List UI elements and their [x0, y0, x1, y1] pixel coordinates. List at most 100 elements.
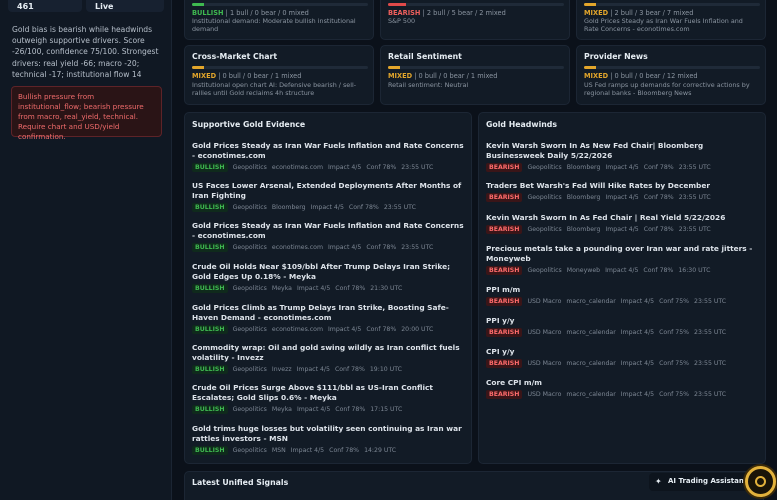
provider-news-card[interactable]: Provider News MIXED | 0 bull / 0 bear / …: [576, 45, 766, 105]
item-meta: BULLISH Geopolitics Meyka Impact 4/5 Conf 78…: [192, 405, 468, 414]
sidebar: 461 Live Gold bias is bearish while head…: [0, 0, 172, 500]
meta-field: Meyka: [271, 406, 292, 413]
evidence-item[interactable]: CPI y/y BEARISH USD Macro macro_calendar Imp…: [486, 347, 762, 368]
item-meta: BEARISH USD Macro macro_calendar Impact 4/5…: [486, 359, 762, 368]
meta-field: Impact 4/5: [605, 226, 639, 233]
evidence-item[interactable]: Crude Oil Holds Near $109/bbl After Trum…: [192, 262, 468, 293]
meta-field: Conf 75%: [659, 360, 690, 367]
item-meta: BEARISH Geopolitics Bloomberg Impact 4/5 Con…: [486, 193, 762, 202]
card-counts: | 0 bull / 0 bear / 12 mixed: [610, 72, 698, 80]
meta-field: Conf 78%: [329, 447, 360, 454]
item-meta: BEARISH USD Macro macro_calendar Impact 4/5…: [486, 390, 762, 399]
card-note: S&P 500: [388, 17, 416, 25]
sentiment-badge: BULLISH: [192, 446, 228, 455]
item-meta: BEARISH USD Macro macro_calendar Impact 4/5…: [486, 328, 762, 337]
meta-field: 14:29 UTC: [364, 447, 397, 454]
evidence-item[interactable]: Kevin Warsh Sworn In As Fed Chair | Real…: [486, 213, 762, 234]
meta-field: Impact 4/5: [327, 164, 362, 171]
card-note: US Fed ramps up demands for corrective a…: [584, 81, 750, 97]
evidence-item[interactable]: US Faces Lower Arsenal, Extended Deploym…: [192, 181, 468, 212]
meta-field: Impact 4/5: [605, 194, 639, 201]
evidence-item[interactable]: Traders Bet Warsh's Fed Will Hike Rates …: [486, 181, 762, 202]
meta-field: macro_calendar: [566, 360, 616, 367]
meta-field: Moneyweb: [566, 267, 601, 274]
meta-field: Conf 78%: [366, 164, 397, 171]
item-title: Kevin Warsh Sworn In As New Fed Chair| B…: [486, 141, 704, 160]
meta-field: Impact 4/5: [310, 204, 344, 211]
card-label: MIXED: [388, 72, 413, 80]
meta-field: Geopolitics: [232, 244, 267, 251]
meta-field: Impact 4/5: [620, 391, 655, 398]
evidence-item[interactable]: PPI m/m BEARISH USD Macro macro_calendar Imp…: [486, 285, 762, 306]
sentiment-badge: BULLISH: [192, 405, 228, 414]
item-meta: BEARISH Geopolitics Moneyweb Impact 4/5 Conf…: [486, 266, 762, 275]
item-title: Precious metals take a pounding over Ira…: [486, 244, 753, 263]
item-title: Crude Oil Holds Near $109/bbl After Trum…: [192, 262, 451, 281]
meta-field: Conf 78%: [643, 267, 674, 274]
meta-field: 20:00 UTC: [401, 326, 434, 333]
meta-field: Impact 4/5: [296, 406, 331, 413]
card-title: Provider News: [584, 52, 648, 61]
bias-summary: Gold bias is bearish while headwinds out…: [12, 25, 159, 79]
sentiment-badge: BULLISH: [192, 203, 228, 212]
meta-field: Impact 4/5: [327, 244, 362, 251]
evidence-item[interactable]: Kevin Warsh Sworn In As New Fed Chair| B…: [486, 141, 762, 172]
card-label: MIXED: [192, 72, 217, 80]
evidence-item[interactable]: Commodity wrap: Oil and gold swing wildl…: [192, 343, 468, 374]
meta-field: Geopolitics: [232, 406, 267, 413]
sentiment-badge: BULLISH: [192, 365, 228, 374]
assistant-label: AI Trading Assistant: [668, 477, 748, 485]
meta-field: Conf 78%: [334, 366, 365, 373]
meta-field: Conf 78%: [366, 326, 397, 333]
top-card-1: BULLISH | 1 bull / 0 bear / 0 mixed Inst…: [184, 0, 374, 40]
stat-status: Live: [86, 0, 164, 12]
card-counts: | 2 bull / 3 bear / 7 mixed: [610, 9, 694, 17]
assistant-fab[interactable]: [745, 466, 776, 497]
meta-field: Bloomberg: [566, 194, 601, 201]
sentiment-badge: BULLISH: [192, 284, 228, 293]
evidence-item[interactable]: Gold Prices Steady as Iran War Fuels Inf…: [192, 141, 468, 172]
meta-field: 23:55 UTC: [401, 244, 434, 251]
item-title: Gold Prices Steady as Iran War Fuels Inf…: [192, 221, 464, 240]
pressure-alert: Bullish pressure from institutional_flow…: [11, 86, 162, 141]
meta-field: Impact 4/5: [620, 329, 655, 336]
retail-sentiment-card[interactable]: Retail Sentiment MIXED | 0 bull / 0 bear…: [380, 45, 570, 105]
meta-field: Conf 78%: [335, 285, 366, 292]
item-meta: BEARISH Geopolitics Bloomberg Impact 4/5 Con…: [486, 163, 762, 172]
item-title: US Faces Lower Arsenal, Extended Deploym…: [192, 181, 462, 200]
gold-headwinds-panel: Gold Headwinds Kevin Warsh Sworn In As N…: [478, 112, 766, 464]
card-title: Retail Sentiment: [388, 52, 462, 61]
item-meta: BULLISH Geopolitics econotimes.com Impact 4…: [192, 163, 468, 172]
card-label: BULLISH: [192, 9, 224, 17]
evidence-item[interactable]: Gold trims huge losses but volatility se…: [192, 424, 468, 455]
card-title: Cross-Market Chart: [192, 52, 278, 61]
evidence-item[interactable]: Gold Prices Climb as Trump Delays Iran S…: [192, 303, 468, 334]
meta-field: macro_calendar: [566, 391, 616, 398]
sentiment-badge: BEARISH: [486, 359, 523, 368]
evidence-item[interactable]: Precious metals take a pounding over Ira…: [486, 244, 762, 275]
sentiment-badge: BEARISH: [486, 163, 523, 172]
evidence-item[interactable]: Gold Prices Steady as Iran War Fuels Inf…: [192, 221, 468, 252]
section-title: Supportive Gold Evidence: [192, 120, 306, 129]
item-title: Crude Oil Prices Surge Above $111/bbl as…: [192, 383, 433, 402]
meta-field: Conf 75%: [659, 298, 690, 305]
meta-field: Impact 4/5: [296, 366, 330, 373]
sentiment-badge: BULLISH: [192, 325, 228, 334]
meta-field: USD Macro: [527, 329, 562, 336]
meta-field: Conf 75%: [659, 391, 690, 398]
meta-field: Impact 4/5: [620, 298, 655, 305]
meta-field: Conf 78%: [348, 204, 379, 211]
evidence-item[interactable]: Core CPI m/m BEARISH USD Macro macro_calend…: [486, 378, 762, 399]
meta-field: 17:15 UTC: [370, 406, 403, 413]
item-meta: BULLISH Geopolitics MSN Impact 4/5 Conf 78% 1…: [192, 446, 468, 455]
meta-field: 23:55 UTC: [678, 226, 711, 233]
meta-field: MSN: [271, 447, 286, 454]
evidence-item[interactable]: Crude Oil Prices Surge Above $111/bbl as…: [192, 383, 468, 414]
meta-field: Geopolitics: [232, 164, 267, 171]
cross-market-chart-card[interactable]: Cross-Market Chart MIXED | 0 bull / 0 be…: [184, 45, 374, 105]
evidence-item[interactable]: PPI y/y BEARISH USD Macro macro_calendar Imp…: [486, 316, 762, 337]
meta-field: Geopolitics: [232, 285, 267, 292]
sentiment-badge: BULLISH: [192, 243, 228, 252]
sentiment-badge: BEARISH: [486, 193, 523, 202]
sentiment-badge: BEARISH: [486, 297, 523, 306]
